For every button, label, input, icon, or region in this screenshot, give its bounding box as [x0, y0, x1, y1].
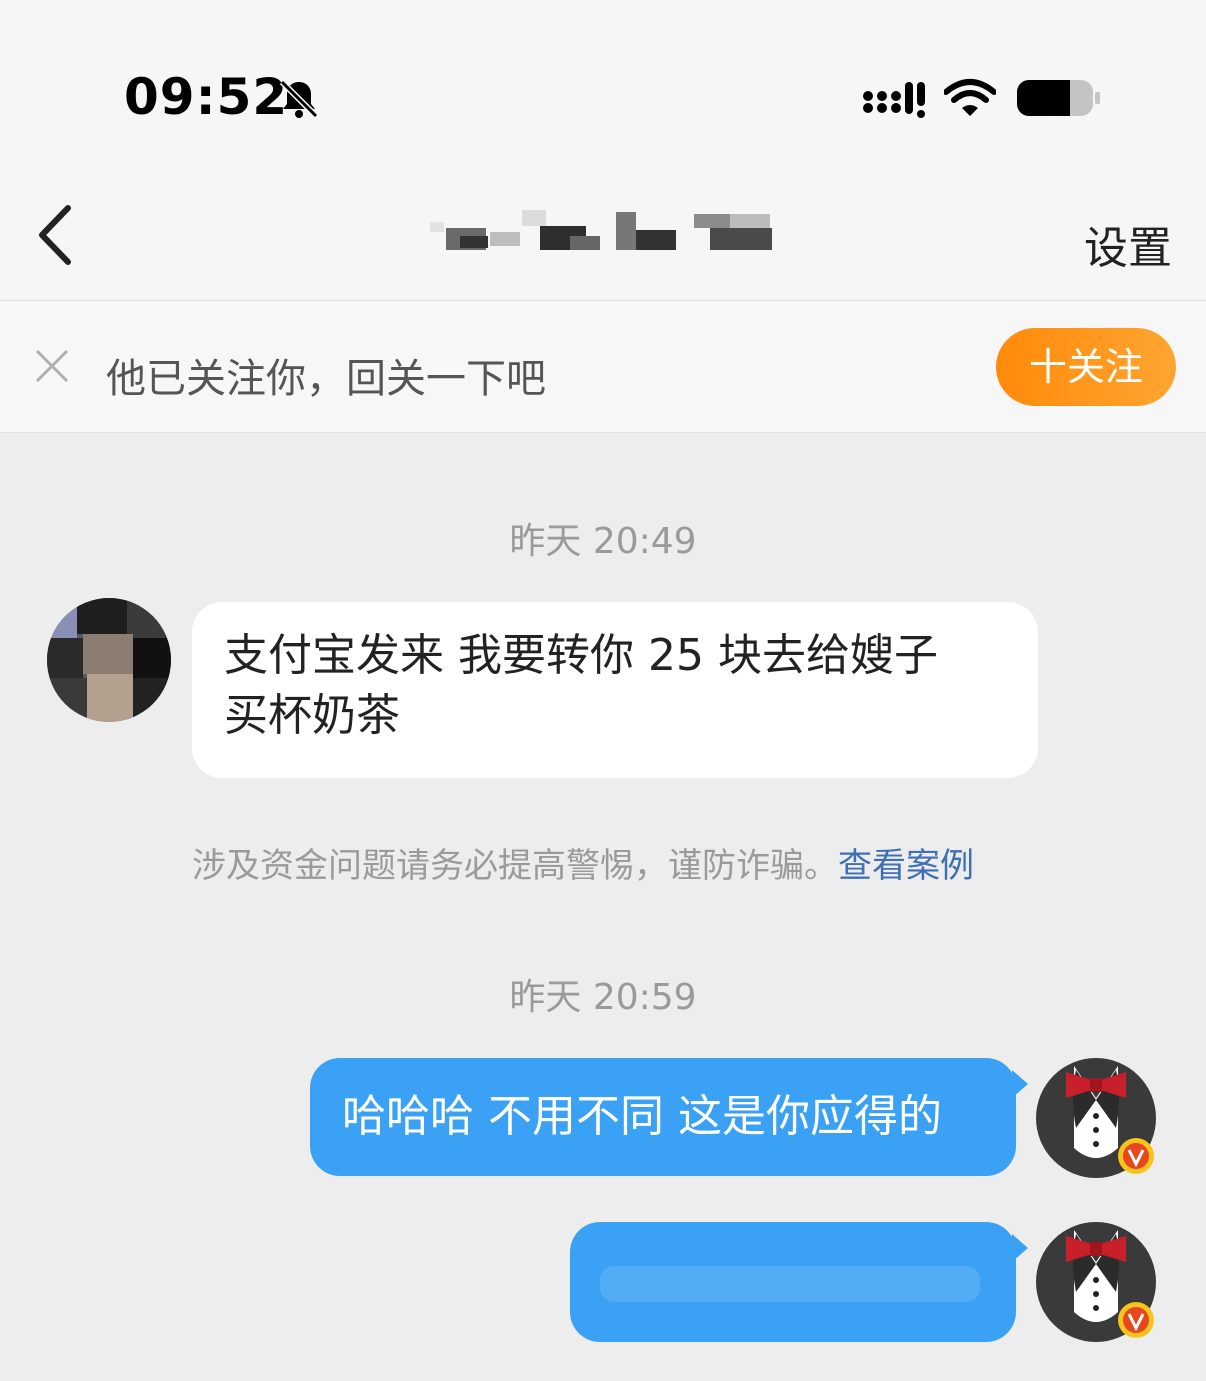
wifi-icon [944, 79, 996, 116]
fraud-warning: 涉及资金问题请务必提高警惕，谨防诈骗。查看案例 [192, 838, 974, 887]
follow-button[interactable]: 十关注 [996, 328, 1176, 406]
follow-hint-text: 他已关注你，回关一下吧 [106, 356, 546, 402]
status-time: 09:52 [124, 68, 289, 126]
contact-avatar[interactable] [47, 598, 171, 722]
timestamp: 昨天 20:59 [509, 977, 697, 1018]
bell-muted-icon [279, 79, 319, 119]
close-icon[interactable] [32, 346, 72, 386]
battery-icon [1017, 80, 1100, 116]
redacted-message-content [600, 1266, 980, 1302]
my-avatar[interactable] [1036, 1058, 1156, 1178]
settings-button[interactable]: 设置 [1084, 212, 1172, 276]
my-avatar[interactable] [1036, 1222, 1156, 1342]
signal-icon [863, 82, 925, 118]
view-cases-link[interactable]: 查看案例 [838, 846, 974, 886]
message-bubble-incoming[interactable]: 支付宝发来 我要转你 25 块去给嫂子 买杯奶茶 [192, 602, 1038, 778]
message-bubble-outgoing[interactable]: 哈哈哈 不用不同 这是你应得的 [310, 1058, 1016, 1176]
warning-text: 涉及资金问题请务必提高警惕，谨防诈骗。 [192, 846, 838, 886]
message-line: 买杯奶茶 [224, 690, 400, 741]
bubble-tail [1012, 1234, 1028, 1262]
message-line: 支付宝发来 我要转你 25 块去给嫂子 [224, 630, 938, 681]
chevron-left-icon[interactable] [30, 200, 80, 270]
bubble-tail [1012, 1070, 1028, 1098]
timestamp: 昨天 20:49 [509, 521, 697, 562]
redacted-title [430, 210, 772, 250]
message-bubble-outgoing-redacted[interactable] [570, 1222, 1016, 1342]
